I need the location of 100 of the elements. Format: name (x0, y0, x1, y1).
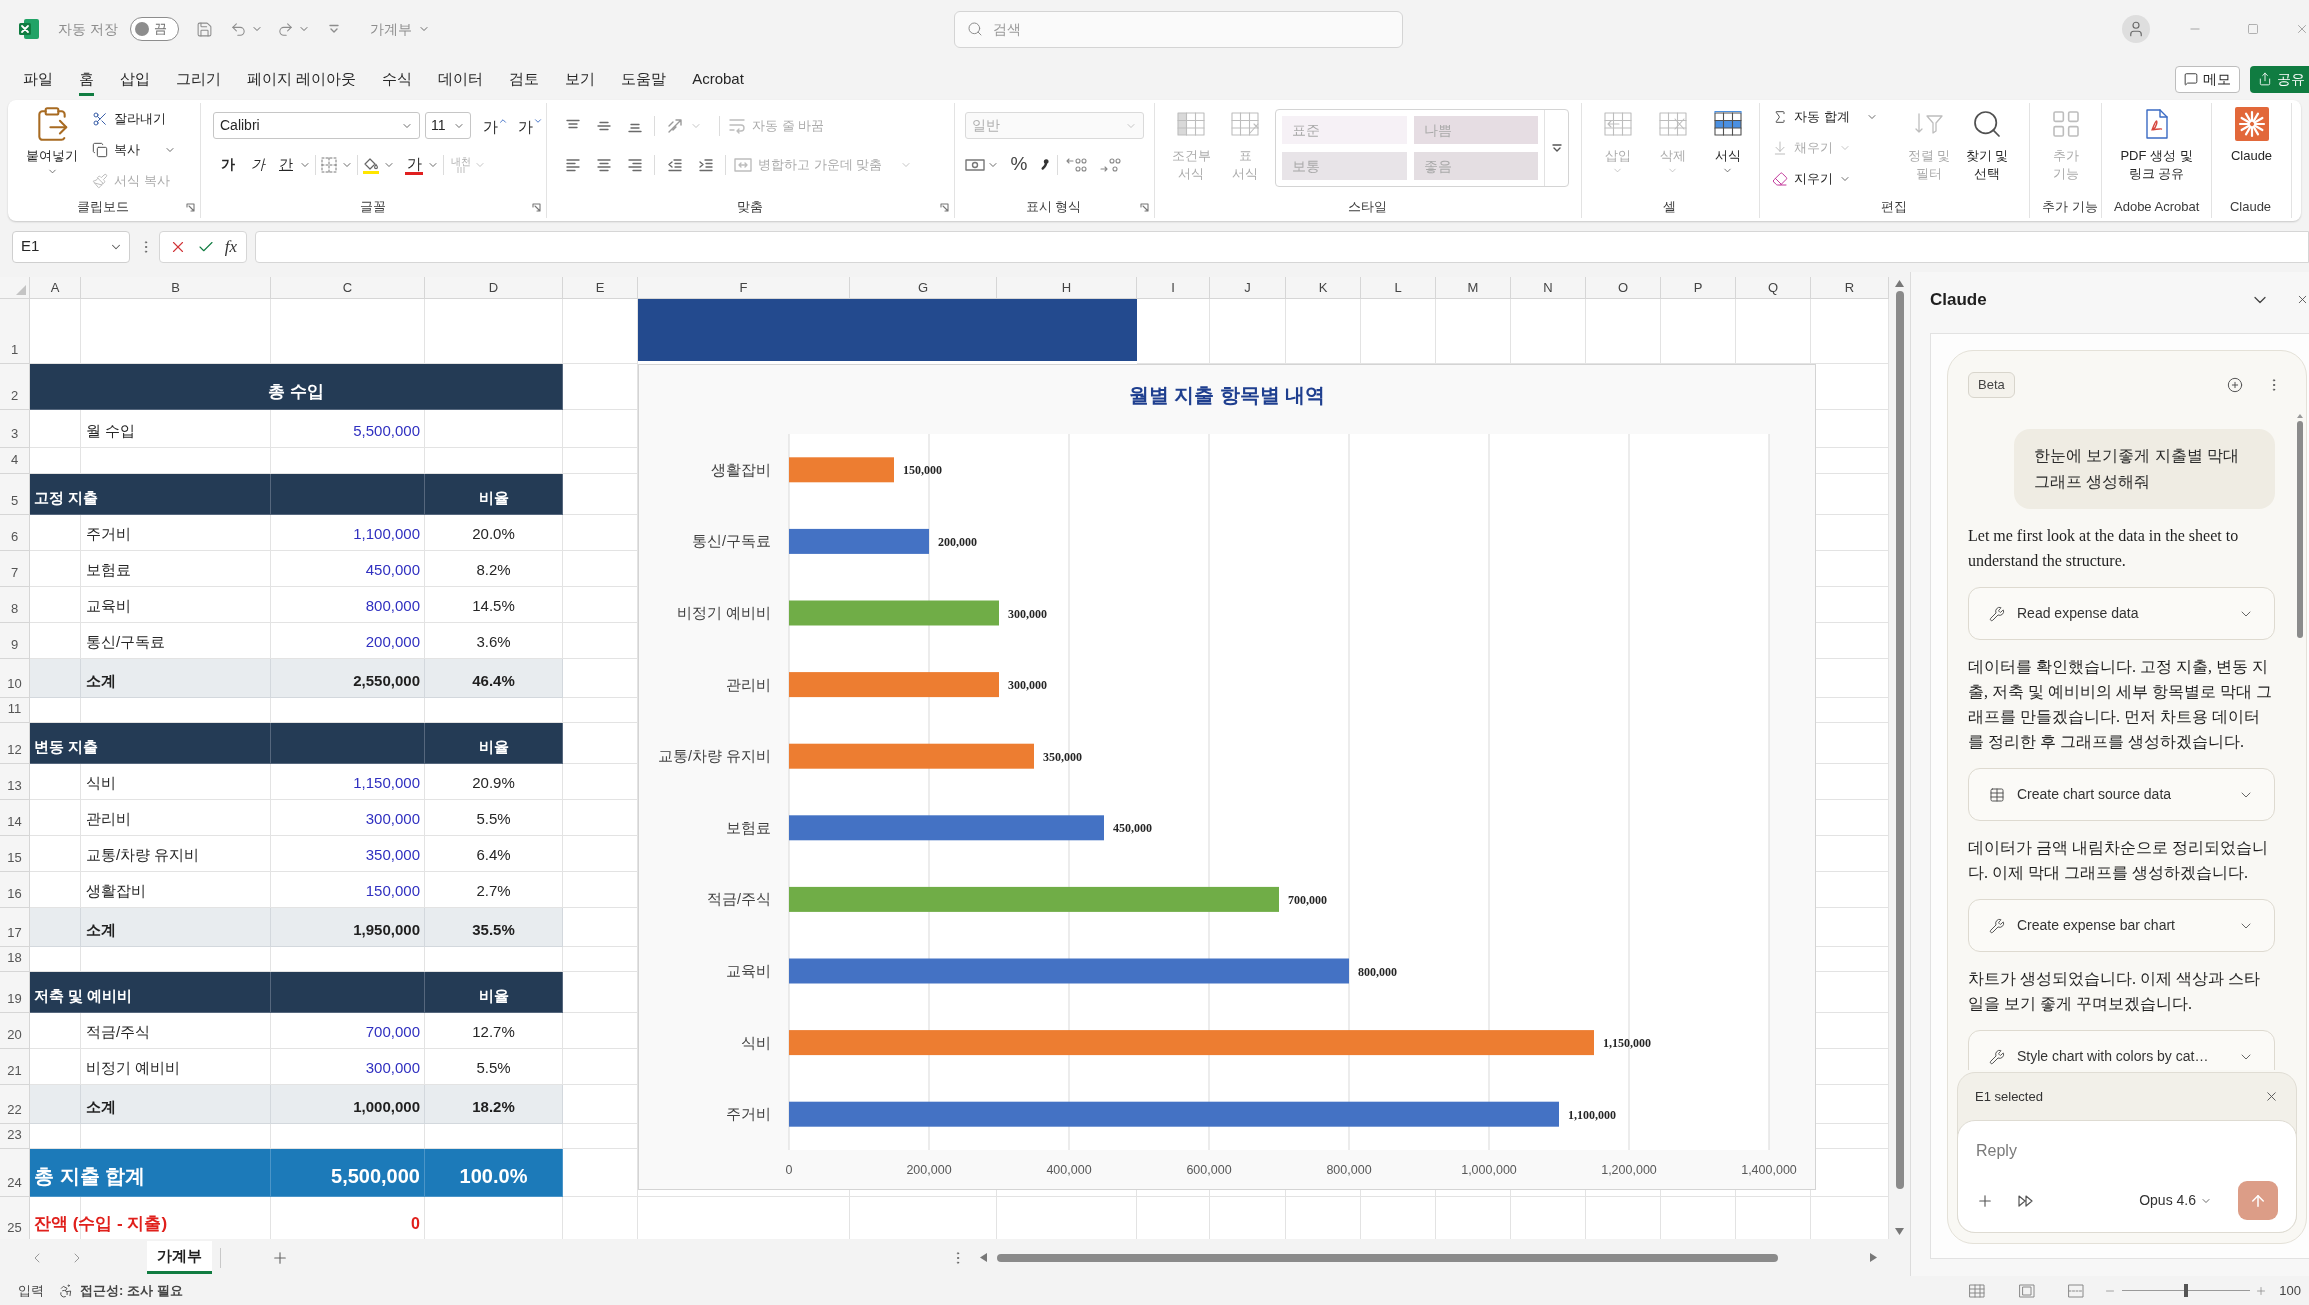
claude-button[interactable]: Claude (2212, 103, 2291, 196)
reply-input[interactable]: Reply (1976, 1133, 2278, 1169)
shrink-font-button[interactable]: 가 (518, 112, 543, 139)
align-left-icon[interactable] (564, 156, 581, 173)
dialog-launcher-icon[interactable] (186, 202, 195, 212)
autosum-button[interactable]: 자동 합계 (1772, 104, 1900, 130)
tool-call-item[interactable]: Create expense bar chart (1968, 899, 2275, 952)
align-right-icon[interactable] (626, 156, 643, 173)
menu-tab[interactable]: 보기 (552, 63, 609, 95)
decrease-indent-icon[interactable] (666, 156, 683, 173)
menu-tab[interactable]: 홈 (66, 63, 107, 95)
tool-call-item[interactable]: Create chart source data (1968, 768, 2275, 821)
copy-button[interactable]: 복사 (92, 137, 176, 163)
menu-tab[interactable]: 도움말 (608, 63, 680, 95)
data-label: 200,000 (938, 534, 977, 549)
menu-tab[interactable]: 페이지 레이아웃 (234, 63, 370, 95)
tool-call-item[interactable]: Read expense data (1968, 587, 2275, 640)
data-label: 300,000 (1008, 606, 1047, 621)
dialog-launcher-icon[interactable] (532, 202, 541, 212)
scroll-down-icon[interactable] (1895, 1228, 1904, 1235)
menu-tab[interactable]: 삽입 (107, 63, 163, 95)
table-cell: 450,000 (271, 551, 425, 587)
scrollbar-thumb[interactable] (2297, 421, 2303, 638)
maximize-icon[interactable] (2247, 23, 2259, 35)
close-icon[interactable] (2264, 1089, 2279, 1104)
increase-indent-icon[interactable] (697, 156, 714, 173)
borders-icon[interactable] (320, 155, 338, 174)
underline-button[interactable]: 간 (273, 151, 299, 178)
table-cell: 교육비 (81, 587, 271, 623)
close-icon[interactable] (2296, 293, 2309, 306)
formula-input[interactable] (255, 230, 2309, 263)
normal-view-icon[interactable] (1969, 1283, 1986, 1298)
accounting-format-icon[interactable] (965, 156, 985, 173)
menu-tab[interactable]: 수식 (369, 63, 426, 95)
scroll-left-icon[interactable] (980, 1253, 987, 1262)
subtotal-cell: 소계 (81, 1085, 271, 1124)
bold-button[interactable]: 가 (213, 151, 243, 178)
search-input[interactable]: 검색 (993, 18, 1390, 40)
italic-button[interactable]: 가 (243, 151, 273, 178)
menu-tab[interactable]: 파일 (10, 63, 66, 95)
page-break-icon[interactable] (2068, 1283, 2085, 1298)
table-cell: 6.4% (425, 836, 563, 872)
name-box[interactable]: E1 (12, 230, 130, 263)
insert-function-button[interactable]: fx (224, 233, 238, 260)
model-selector[interactable]: Opus 4.6 (2139, 1190, 2212, 1211)
customize-toolbar-icon[interactable] (328, 24, 339, 34)
new-chat-icon[interactable] (2227, 377, 2243, 393)
user-avatar-icon[interactable] (2122, 15, 2150, 43)
scrollbar-thumb[interactable] (997, 1253, 1778, 1262)
user-message: 한눈에 보기좋게 지출별 막대 그래프 생성해줘 (2014, 429, 2275, 509)
increase-decimal-icon[interactable] (1066, 155, 1088, 174)
save-icon[interactable] (195, 20, 213, 38)
scroll-up-icon[interactable] (2297, 414, 2303, 418)
find-select-button[interactable]: 찾기 및 선택 (1958, 103, 2016, 196)
reply-box[interactable]: Reply Opus 4.6 (1957, 1120, 2297, 1233)
data-label: 800,000 (1358, 964, 1397, 979)
subtotal-cell: 1,950,000 (271, 908, 425, 947)
decrease-decimal-icon[interactable] (1100, 155, 1122, 174)
create-pdf-button[interactable]: PDF 생성 및 링크 공유 (2102, 103, 2211, 196)
copy-icon (92, 142, 108, 158)
clear-button[interactable]: 지우기 (1772, 166, 1900, 192)
header-cell: 비율 (425, 972, 563, 1013)
row-header: 21 (0, 1049, 30, 1085)
dialog-launcher-icon[interactable] (940, 202, 949, 212)
header-cell: 고정 지출 (30, 474, 271, 515)
fast-forward-icon[interactable] (2018, 1194, 2034, 1207)
menu-tab[interactable]: Acrobat (679, 63, 757, 95)
send-button[interactable] (2238, 1181, 2278, 1220)
axis-label: 통신/구독료 (691, 533, 771, 550)
font-name-field[interactable]: Calibri (213, 112, 420, 139)
align-center-icon[interactable] (595, 156, 612, 173)
scrollbar-thumb[interactable] (1895, 291, 1904, 1189)
sheet-tab[interactable]: 가계부 (147, 1241, 212, 1274)
comments-button[interactable]: 메모 (2175, 65, 2240, 93)
slider-thumb[interactable] (2184, 1284, 2189, 1297)
autosave-toggle[interactable]: 끔 (129, 17, 179, 41)
excel-logo-icon (18, 18, 40, 40)
menu-tab[interactable]: 그리기 (163, 63, 234, 95)
search-field[interactable]: 검색 (954, 10, 1403, 48)
dialog-launcher-icon[interactable] (1140, 202, 1149, 212)
page-layout-icon[interactable] (2019, 1283, 2036, 1298)
menu-tab[interactable]: 검토 (496, 63, 553, 95)
row-header: 6 (0, 515, 30, 551)
format-cells-button[interactable]: 서식 (1700, 103, 1755, 196)
font-color-button[interactable]: 가 (403, 151, 425, 178)
accessibility-status[interactable]: 접근성: 조사 필요 (80, 1280, 183, 1301)
percent-button[interactable]: % (1009, 151, 1029, 178)
column-header: A (30, 277, 81, 299)
scroll-right-icon[interactable] (1870, 1253, 1877, 1262)
font-size-field[interactable]: 11 (425, 112, 471, 139)
paste-button[interactable]: 붙여넣기 (22, 105, 82, 196)
menu-tab[interactable]: 데이터 (425, 63, 497, 95)
tool-call-item[interactable]: Style chart with colors by cat… (1968, 1030, 2275, 1070)
axis-label: 주거비 (726, 1106, 771, 1123)
scroll-up-icon[interactable] (1895, 280, 1904, 287)
redo-icon[interactable] (276, 20, 294, 38)
share-button[interactable]: 공유 (2250, 65, 2309, 93)
grow-font-button[interactable]: 가 (483, 112, 508, 139)
undo-icon[interactable] (229, 20, 247, 38)
cut-button[interactable]: 잘라내기 (92, 106, 176, 132)
